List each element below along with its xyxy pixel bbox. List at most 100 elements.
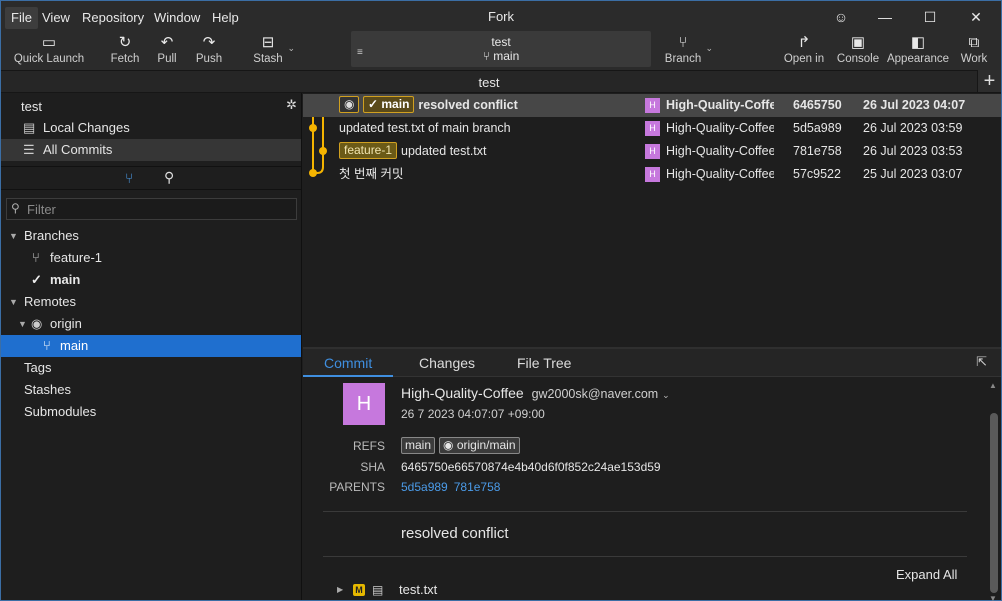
- menu-file[interactable]: File: [5, 7, 38, 29]
- expand-all-button[interactable]: Expand All: [896, 567, 957, 582]
- branch-button[interactable]: ⑂ Branch ⌄: [663, 33, 713, 71]
- filter-input[interactable]: [27, 200, 287, 218]
- scrollbar-thumb[interactable]: [990, 413, 998, 593]
- details-scrollbar[interactable]: ▲ ▼: [988, 381, 998, 601]
- open-in-button[interactable]: ↱ Open in: [781, 33, 827, 71]
- quick-launch-button[interactable]: ▭ Quick Launch: [13, 33, 85, 71]
- commit-message: updated test.txt of main branch: [339, 121, 511, 135]
- ref-badge-feature-1: feature-1: [339, 142, 398, 159]
- author-email[interactable]: gw2000sk@naver.com: [532, 387, 659, 401]
- section-stashes[interactable]: Stashes: [1, 379, 301, 401]
- sidebar: test ✲ ▤ Local Changes ☰ All Commits ⑂ ⚲…: [1, 93, 302, 600]
- scroll-down-icon[interactable]: ▼: [989, 594, 997, 601]
- close-button[interactable]: ✕: [954, 5, 998, 29]
- branch-feature-1[interactable]: ⑂ feature-1: [1, 247, 301, 269]
- section-submodules[interactable]: Submodules: [1, 401, 301, 423]
- tab-test[interactable]: test: [1, 75, 977, 90]
- branch-main[interactable]: ✓ main: [1, 269, 301, 291]
- parent-link[interactable]: 781e758: [454, 480, 501, 494]
- list-icon: ☰: [23, 142, 35, 157]
- commit-row[interactable]: ◉ ✓ main resolved conflict H High-Quality-…: [303, 94, 1001, 117]
- menu-view[interactable]: View: [36, 7, 76, 29]
- fetch-icon: ↻: [118, 34, 132, 51]
- remote-origin[interactable]: ▼ ◉ origin: [1, 313, 301, 335]
- file-name: test.txt: [399, 582, 438, 597]
- repo-tab-strip: test +: [1, 70, 1001, 93]
- chevron-down-icon: ⌄: [287, 43, 295, 53]
- tab-commit[interactable]: Commit: [324, 355, 372, 371]
- feedback-smiley-icon[interactable]: ☺: [819, 5, 863, 29]
- avatar: H: [645, 144, 660, 159]
- work-button[interactable]: ⧉ Work: [957, 33, 991, 71]
- section-remotes[interactable]: ▼ Remotes: [1, 291, 301, 313]
- author-avatar: H: [343, 383, 385, 425]
- commit-row[interactable]: updated test.txt of main branch H High-Q…: [303, 117, 1001, 140]
- commit-author: High-Quality-Coffee: [666, 167, 774, 181]
- chevron-down-icon[interactable]: ⌄: [662, 390, 670, 400]
- new-tab-button[interactable]: +: [977, 70, 1001, 92]
- avatar: H: [645, 121, 660, 136]
- menu-repository[interactable]: Repository: [76, 7, 150, 29]
- sha-label: SHA: [360, 460, 385, 474]
- work-icon: ⧉: [968, 34, 980, 51]
- chevron-right-icon[interactable]: ▶: [337, 581, 343, 599]
- sha-value[interactable]: 6465750e66570874e4b40d6f0f852c24ae153d59: [401, 460, 661, 474]
- pull-button[interactable]: ↶ Pull: [151, 33, 183, 71]
- stash-button[interactable]: ⊟ Stash ⌄: [251, 33, 295, 71]
- branch-icon: ⑂: [678, 34, 688, 51]
- active-tab-indicator: [303, 375, 393, 377]
- pull-icon: ↶: [160, 34, 174, 51]
- tab-file-tree[interactable]: File Tree: [517, 355, 571, 371]
- console-button[interactable]: ▣ Console: [836, 33, 880, 71]
- section-branches[interactable]: ▼ Branches: [1, 225, 301, 247]
- console-icon: ▣: [850, 34, 866, 51]
- fork-window: File View Repository Window Help Fork ☺ …: [0, 0, 1002, 601]
- ref-main[interactable]: main: [401, 437, 436, 454]
- push-button[interactable]: ↷ Push: [193, 33, 225, 71]
- commit-author: High-Quality-Coffee: [666, 98, 774, 112]
- chevron-down-icon: ▼: [18, 319, 27, 329]
- filter-field[interactable]: ⚲: [6, 198, 297, 220]
- title-bar: File View Repository Window Help Fork ☺ …: [1, 1, 1001, 33]
- commit-date: 25 Jul 2023 03:07: [863, 167, 963, 181]
- folder-icon: ▭: [41, 34, 57, 51]
- external-link-icon[interactable]: ⇱: [976, 354, 987, 370]
- parent-link[interactable]: 5d5a989: [401, 480, 448, 494]
- gear-icon[interactable]: ✲: [286, 97, 297, 113]
- minimize-button[interactable]: —: [863, 5, 907, 29]
- ref-origin-main[interactable]: ◉ origin/main: [439, 437, 520, 454]
- section-tags[interactable]: Tags: [1, 357, 301, 379]
- sidebar-item-all-commits[interactable]: ☰ All Commits: [1, 139, 301, 161]
- repository-selector[interactable]: ≡ test ⑂ main: [351, 31, 651, 67]
- maximize-button[interactable]: ☐: [908, 5, 952, 29]
- commit-sha: 57c9522: [793, 167, 841, 181]
- branch-icon: ⑂: [43, 338, 51, 353]
- chevron-down-icon: ▼: [9, 297, 18, 307]
- sidebar-repo-name: test: [21, 99, 42, 114]
- commit-message: resolved conflict: [418, 98, 518, 112]
- sidebar-item-local-changes[interactable]: ▤ Local Changes: [1, 117, 301, 139]
- commit-row[interactable]: 첫 번째 커밋 H High-Quality-Coffee 57c9522 25…: [303, 163, 1001, 186]
- appearance-button[interactable]: ◧ Appearance: [886, 33, 950, 71]
- search-icon[interactable]: ⚲: [164, 169, 174, 186]
- commit-row[interactable]: feature-1 updated test.txt H High-Quality…: [303, 140, 1001, 163]
- commit-date: 26 Jul 2023 03:59: [863, 121, 963, 135]
- branch-icon: ⑂: [482, 49, 494, 63]
- modified-badge: M: [353, 584, 365, 596]
- appearance-icon: ◧: [910, 34, 926, 51]
- github-icon: ◉: [31, 316, 43, 331]
- remote-branch-origin-main[interactable]: ⑂ main: [1, 335, 301, 357]
- divider: [323, 556, 967, 557]
- menu-window[interactable]: Window: [148, 7, 206, 29]
- search-icon: ⚲: [11, 201, 20, 215]
- menu-help[interactable]: Help: [206, 7, 245, 29]
- tab-changes[interactable]: Changes: [419, 355, 475, 371]
- scroll-up-icon[interactable]: ▲: [989, 381, 997, 390]
- refs-value: main ◉ origin/main: [401, 437, 524, 454]
- branch-icon[interactable]: ⑂: [125, 170, 133, 186]
- fetch-button[interactable]: ↻ Fetch: [107, 33, 143, 71]
- ref-badge-main: ✓ main: [363, 96, 415, 113]
- commit-date: 26 Jul 2023 03:53: [863, 144, 963, 158]
- stash-icon: ⊟: [261, 34, 275, 51]
- divider: [323, 511, 967, 512]
